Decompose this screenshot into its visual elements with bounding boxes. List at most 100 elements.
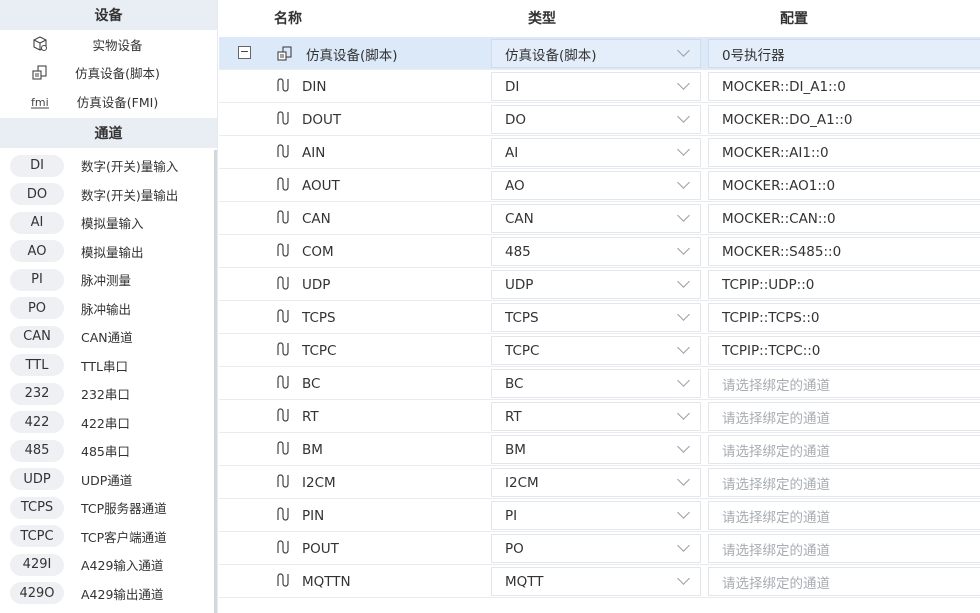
- table-row[interactable]: BM BM 请选择绑定的通道: [219, 433, 980, 466]
- column-header-config[interactable]: 配置: [780, 8, 808, 28]
- signal-wave-icon: [275, 143, 291, 163]
- table-row[interactable]: AIN AI MOCKER::AI1::0: [219, 136, 980, 169]
- collapse-toggle[interactable]: −: [238, 46, 251, 59]
- channel-name: MQTTN: [302, 573, 351, 590]
- chevron-down-icon: [677, 473, 690, 486]
- config-value: 请选择绑定的通道: [722, 509, 830, 526]
- channel-item[interactable]: CAN CAN通道: [0, 323, 217, 352]
- table-row[interactable]: DOUT DO MOCKER::DO_A1::0: [219, 103, 980, 136]
- type-dropdown[interactable]: MQTT: [491, 567, 701, 596]
- name-cell: AOUT: [275, 169, 340, 202]
- config-field[interactable]: 请选择绑定的通道: [708, 369, 980, 398]
- config-field[interactable]: MOCKER::DO_A1::0: [708, 105, 980, 134]
- type-dropdown[interactable]: 485: [491, 237, 701, 266]
- type-value: DI: [505, 78, 520, 95]
- channel-name: TCPC: [302, 342, 337, 359]
- config-field[interactable]: MOCKER::DI_A1::0: [708, 72, 980, 101]
- config-field[interactable]: TCPIP::TCPS::0: [708, 303, 980, 332]
- type-dropdown[interactable]: BC: [491, 369, 701, 398]
- config-field[interactable]: 请选择绑定的通道: [708, 435, 980, 464]
- config-field[interactable]: MOCKER::CAN::0: [708, 204, 980, 233]
- type-value: PI: [505, 507, 518, 524]
- column-header-name[interactable]: 名称: [274, 8, 302, 28]
- signal-wave-icon: [275, 209, 291, 229]
- channel-name: COM: [302, 243, 334, 260]
- type-dropdown[interactable]: PO: [491, 534, 701, 563]
- name-cell: COM: [275, 235, 334, 268]
- channel-item[interactable]: DO 数字(开关)量输出: [0, 180, 217, 209]
- config-field[interactable]: TCPIP::UDP::0: [708, 270, 980, 299]
- table-row[interactable]: AOUT AO MOCKER::AO1::0: [219, 169, 980, 202]
- chevron-down-icon: [677, 143, 690, 156]
- channel-label: TCP服务器通道: [81, 501, 167, 517]
- config-field[interactable]: 请选择绑定的通道: [708, 402, 980, 431]
- table-row[interactable]: CAN CAN MOCKER::CAN::0: [219, 202, 980, 235]
- channel-name: AOUT: [302, 177, 340, 194]
- channel-item[interactable]: 422 422串口: [0, 408, 217, 437]
- channel-label: CAN通道: [81, 330, 133, 346]
- device-item-physical[interactable]: 实物设备: [0, 30, 217, 59]
- table-row[interactable]: POUT PO 请选择绑定的通道: [219, 532, 980, 565]
- channel-badge: UDP: [10, 468, 64, 491]
- channel-item[interactable]: TCPS TCP服务器通道: [0, 494, 217, 523]
- table-row[interactable]: TCPS TCPS TCPIP::TCPS::0: [219, 301, 980, 334]
- table-row[interactable]: PIN PI 请选择绑定的通道: [219, 499, 980, 532]
- sidebar-scrollbar[interactable]: [214, 150, 217, 613]
- type-dropdown[interactable]: CAN: [491, 204, 701, 233]
- table-row[interactable]: RT RT 请选择绑定的通道: [219, 400, 980, 433]
- name-cell: BC: [275, 367, 320, 400]
- channel-badge: TCPC: [10, 525, 64, 548]
- device-name: 仿真设备(脚本): [306, 47, 398, 64]
- config-field[interactable]: 请选择绑定的通道: [708, 468, 980, 497]
- channel-item[interactable]: PI 脉冲测量: [0, 266, 217, 295]
- channel-item[interactable]: UDP UDP通道: [0, 465, 217, 494]
- table-row[interactable]: COM 485 MOCKER::S485::0: [219, 235, 980, 268]
- type-value: TCPS: [505, 309, 539, 326]
- type-dropdown[interactable]: DI: [491, 72, 701, 101]
- channel-item[interactable]: TTL TTL串口: [0, 351, 217, 380]
- channel-item[interactable]: 485 485串口: [0, 437, 217, 466]
- channel-item[interactable]: AO 模拟量输出: [0, 237, 217, 266]
- channel-item[interactable]: DI 数字(开关)量输入: [0, 152, 217, 181]
- config-field[interactable]: MOCKER::AI1::0: [708, 138, 980, 167]
- channel-item[interactable]: 429O A429输出通道: [0, 579, 217, 608]
- type-dropdown[interactable]: UDP: [491, 270, 701, 299]
- table-row[interactable]: BC BC 请选择绑定的通道: [219, 367, 980, 400]
- type-dropdown[interactable]: BM: [491, 435, 701, 464]
- type-dropdown[interactable]: RT: [491, 402, 701, 431]
- type-value: AI: [505, 144, 519, 161]
- channel-name: I2CM: [302, 474, 336, 491]
- type-dropdown[interactable]: TCPS: [491, 303, 701, 332]
- device-row[interactable]: − 仿真设备(脚本) 仿真设备(脚本) 0号执行器: [219, 37, 980, 70]
- config-field[interactable]: MOCKER::S485::0: [708, 237, 980, 266]
- name-cell: POUT: [275, 532, 339, 565]
- table-row[interactable]: I2CM I2CM 请选择绑定的通道: [219, 466, 980, 499]
- type-value: 仿真设备(脚本): [505, 47, 597, 64]
- table-row[interactable]: TCPC TCPC TCPIP::TCPC::0: [219, 334, 980, 367]
- type-dropdown[interactable]: I2CM: [491, 468, 701, 497]
- table-row[interactable]: MQTTN MQTT 请选择绑定的通道: [219, 565, 980, 598]
- config-field[interactable]: 请选择绑定的通道: [708, 567, 980, 596]
- type-dropdown[interactable]: 仿真设备(脚本): [491, 39, 701, 68]
- signal-wave-icon: [275, 506, 291, 526]
- config-field[interactable]: TCPIP::TCPC::0: [708, 336, 980, 365]
- type-dropdown[interactable]: AI: [491, 138, 701, 167]
- channel-item[interactable]: AI 模拟量输入: [0, 209, 217, 238]
- type-dropdown[interactable]: DO: [491, 105, 701, 134]
- type-dropdown[interactable]: PI: [491, 501, 701, 530]
- device-item-fmi[interactable]: fmi 仿真设备(FMI): [0, 87, 217, 116]
- table-row[interactable]: DIN DI MOCKER::DI_A1::0: [219, 70, 980, 103]
- config-field[interactable]: MOCKER::AO1::0: [708, 171, 980, 200]
- table-row[interactable]: UDP UDP TCPIP::UDP::0: [219, 268, 980, 301]
- channel-item[interactable]: TCPC TCP客户端通道: [0, 522, 217, 551]
- config-field[interactable]: 0号执行器: [708, 39, 980, 68]
- config-field[interactable]: 请选择绑定的通道: [708, 534, 980, 563]
- channel-item[interactable]: 232 232串口: [0, 380, 217, 409]
- config-field[interactable]: 请选择绑定的通道: [708, 501, 980, 530]
- channel-item[interactable]: PO 脉冲输出: [0, 294, 217, 323]
- device-item-script[interactable]: 仿真设备(脚本): [0, 59, 217, 88]
- column-header-type[interactable]: 类型: [528, 8, 556, 28]
- type-dropdown[interactable]: TCPC: [491, 336, 701, 365]
- channel-item[interactable]: 429I A429输入通道: [0, 551, 217, 580]
- type-dropdown[interactable]: AO: [491, 171, 701, 200]
